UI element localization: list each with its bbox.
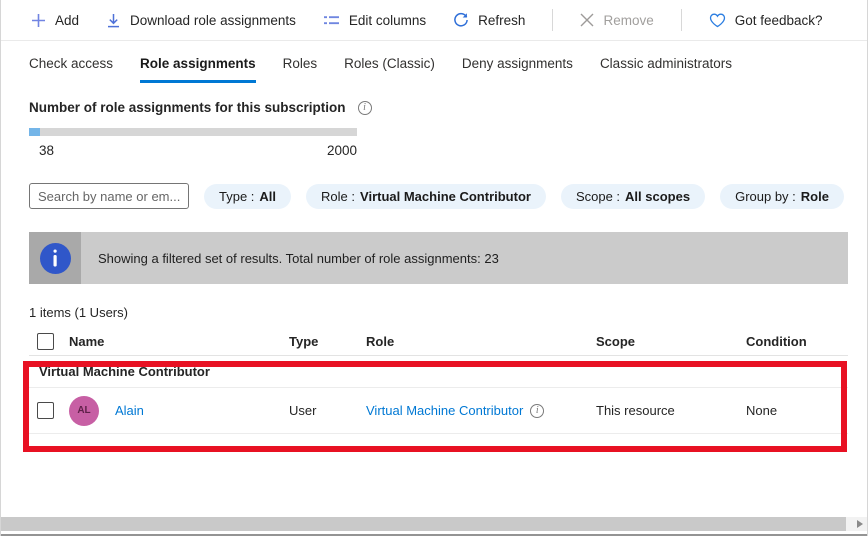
quota-title: Number of role assignments for this subs…: [29, 100, 346, 115]
column-header-condition[interactable]: Condition: [746, 334, 848, 349]
highlight-rectangle: [23, 361, 847, 452]
tab-role-assignments[interactable]: Role assignments: [140, 56, 256, 83]
filter-pill-type[interactable]: Type : All: [204, 184, 291, 209]
tab-classic-administrators[interactable]: Classic administrators: [600, 56, 732, 83]
feedback-label: Got feedback?: [735, 13, 823, 28]
pill-value: All scopes: [625, 189, 690, 204]
filter-pill-group-by[interactable]: Group by : Role: [720, 184, 844, 209]
filter-bar: Type : All Role : Virtual Machine Contri…: [29, 183, 867, 209]
tab-deny-assignments[interactable]: Deny assignments: [462, 56, 573, 83]
column-header-name[interactable]: Name: [69, 334, 289, 349]
download-label: Download role assignments: [130, 13, 296, 28]
pill-label: Role :: [321, 189, 355, 204]
edit-columns-button[interactable]: Edit columns: [323, 13, 426, 28]
scrollbar-thumb[interactable]: [1, 517, 846, 531]
pill-label: Type :: [219, 189, 254, 204]
remove-label: Remove: [603, 13, 653, 28]
edit-columns-icon: [323, 14, 340, 27]
info-icon[interactable]: i: [358, 101, 372, 115]
heart-icon: [709, 13, 726, 28]
column-header-role[interactable]: Role: [366, 334, 596, 349]
quota-progress-fill: [29, 128, 40, 136]
select-all-checkbox[interactable]: [37, 333, 54, 350]
scrollbar-right-arrow-icon[interactable]: [857, 520, 863, 528]
pill-label: Scope :: [576, 189, 620, 204]
quota-progress-bar: [29, 128, 357, 136]
remove-button[interactable]: Remove: [580, 13, 653, 28]
got-feedback-button[interactable]: Got feedback?: [709, 13, 823, 28]
pill-value: Role: [801, 189, 829, 204]
add-button[interactable]: Add: [31, 13, 79, 28]
info-banner-icon-box: [29, 232, 81, 284]
toolbar-divider: [552, 9, 553, 31]
tab-roles-classic[interactable]: Roles (Classic): [344, 56, 435, 83]
column-header-type[interactable]: Type: [289, 334, 366, 349]
quota-labels: 38 2000: [29, 143, 357, 158]
refresh-button[interactable]: Refresh: [453, 12, 525, 28]
pill-value: All: [259, 189, 276, 204]
horizontal-scrollbar[interactable]: [1, 517, 867, 531]
refresh-label: Refresh: [478, 13, 525, 28]
download-role-assignments-button[interactable]: Download role assignments: [106, 13, 296, 28]
remove-x-icon: [580, 13, 594, 27]
items-summary: 1 items (1 Users): [29, 305, 867, 320]
filter-pill-scope[interactable]: Scope : All scopes: [561, 184, 705, 209]
plus-icon: [31, 13, 46, 28]
role-assignments-page: Add Download role assignments Edit colum…: [0, 0, 868, 536]
download-icon: [106, 13, 121, 28]
pill-label: Group by :: [735, 189, 796, 204]
quota-current: 38: [29, 143, 54, 158]
info-banner: Showing a filtered set of results. Total…: [29, 232, 848, 284]
tab-bar: Check access Role assignments Roles Role…: [1, 56, 867, 83]
tab-roles[interactable]: Roles: [283, 56, 318, 83]
add-label: Add: [55, 13, 79, 28]
quota-max: 2000: [327, 143, 357, 158]
info-banner-icon: [40, 243, 71, 274]
column-header-scope[interactable]: Scope: [596, 334, 746, 349]
edit-columns-label: Edit columns: [349, 13, 426, 28]
table-header-row: Name Type Role Scope Condition: [29, 327, 848, 356]
toolbar-divider: [681, 9, 682, 31]
refresh-icon: [453, 12, 469, 28]
quota-section: Number of role assignments for this subs…: [29, 100, 867, 158]
tab-check-access[interactable]: Check access: [29, 56, 113, 83]
pill-value: Virtual Machine Contributor: [360, 189, 531, 204]
command-bar: Add Download role assignments Edit colum…: [1, 0, 867, 41]
search-input[interactable]: [29, 183, 189, 209]
filter-pill-role[interactable]: Role : Virtual Machine Contributor: [306, 184, 546, 209]
info-banner-message: Showing a filtered set of results. Total…: [98, 251, 499, 266]
